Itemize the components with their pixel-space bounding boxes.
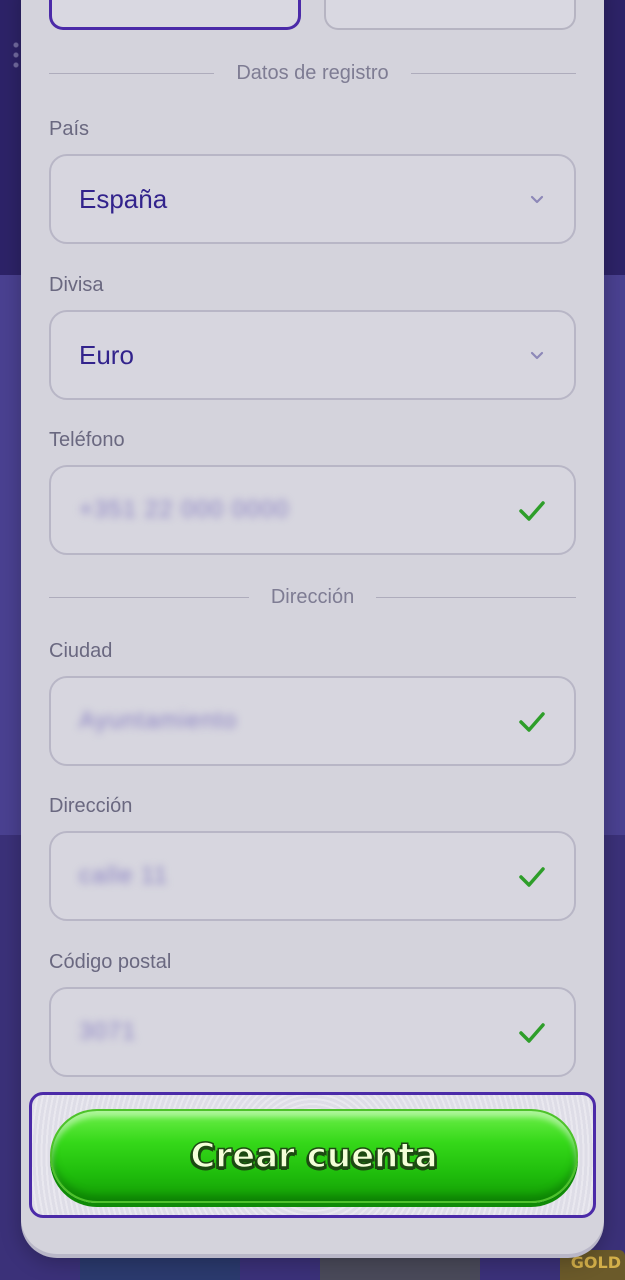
country-select[interactable]: España <box>49 154 576 244</box>
address-input[interactable]: calle 11 <box>49 831 576 921</box>
create-account-button[interactable]: Crear cuenta <box>50 1109 578 1203</box>
currency-label: Divisa <box>49 274 104 296</box>
city-label: Ciudad <box>49 640 113 662</box>
background-dots <box>12 40 20 70</box>
country-value: España <box>79 183 168 214</box>
check-icon <box>519 712 545 732</box>
section-title: Datos de registro <box>236 61 389 84</box>
background-game-card <box>320 1250 480 1280</box>
section-divider-registration: Datos de registro <box>49 61 577 84</box>
address-label: Dirección <box>49 795 133 817</box>
chevron-down-icon <box>530 351 544 360</box>
check-icon <box>519 1023 545 1043</box>
create-account-label: Crear cuenta <box>190 1135 439 1177</box>
account-type-option-selected[interactable] <box>49 0 301 30</box>
city-value: Ayuntamiento <box>79 707 238 734</box>
background-game-card: GOLD <box>560 1250 625 1280</box>
create-account-container: Crear cuenta <box>29 1092 596 1218</box>
city-input[interactable]: Ayuntamiento <box>49 676 576 766</box>
account-type-option[interactable] <box>324 0 576 30</box>
check-icon <box>519 501 545 521</box>
address-value: calle 11 <box>79 862 168 889</box>
postal-code-value: 3071 <box>79 1018 137 1045</box>
chevron-down-icon <box>530 195 544 204</box>
postal-code-label: Código postal <box>49 951 172 973</box>
postal-code-input[interactable]: 3071 <box>49 987 576 1077</box>
currency-value: Euro <box>79 339 134 370</box>
section-divider-address: Dirección <box>49 585 577 608</box>
check-icon <box>519 867 545 887</box>
background-card-text: GOLD <box>570 1253 621 1272</box>
phone-value: +351 22 000 0000 <box>79 496 290 523</box>
section-title: Dirección <box>270 585 355 608</box>
phone-input[interactable]: +351 22 000 0000 <box>49 465 576 555</box>
background-game-card <box>80 1250 240 1280</box>
country-label: País <box>49 118 90 140</box>
currency-select[interactable]: Euro <box>49 310 576 400</box>
phone-label: Teléfono <box>49 429 125 451</box>
registration-modal: Datos de registro País España Divisa Eur… <box>21 0 604 1254</box>
